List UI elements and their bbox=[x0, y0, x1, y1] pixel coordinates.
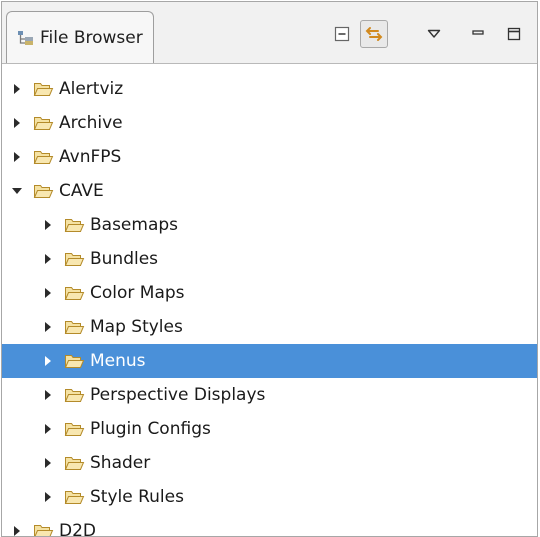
folder-icon bbox=[64, 352, 85, 370]
chevron-right-icon[interactable] bbox=[41, 456, 55, 470]
chevron-right-icon[interactable] bbox=[41, 388, 55, 402]
tree-item-label: Shader bbox=[90, 453, 151, 473]
minimize-icon bbox=[471, 27, 485, 41]
link-with-editor-button[interactable] bbox=[360, 20, 388, 48]
tree-item-label: CAVE bbox=[59, 181, 104, 201]
tree-item[interactable]: Plugin Configs bbox=[2, 412, 537, 446]
folder-icon bbox=[64, 318, 85, 336]
tree-item[interactable]: Map Styles bbox=[2, 310, 537, 344]
file-browser-icon bbox=[17, 29, 35, 47]
folder-icon bbox=[64, 420, 85, 438]
tree-item-label: Basemaps bbox=[90, 215, 179, 235]
chevron-right-icon[interactable] bbox=[41, 320, 55, 334]
folder-icon bbox=[64, 454, 85, 472]
tree-item-label: Menus bbox=[90, 351, 146, 371]
folder-icon bbox=[64, 284, 85, 302]
tree-item[interactable]: Style Rules bbox=[2, 480, 537, 514]
folder-icon bbox=[64, 488, 85, 506]
tree-item-label: Archive bbox=[59, 113, 123, 133]
folder-icon bbox=[33, 114, 54, 132]
tree-item[interactable]: Bundles bbox=[2, 242, 537, 276]
folder-icon bbox=[64, 216, 85, 234]
tree-item-label: Perspective Displays bbox=[90, 385, 266, 405]
tree-item[interactable]: Menus bbox=[2, 344, 537, 378]
maximize-icon bbox=[507, 27, 521, 41]
tab-label: File Browser bbox=[40, 27, 143, 48]
chevron-right-icon[interactable] bbox=[41, 354, 55, 368]
tree-item[interactable]: Archive bbox=[2, 106, 537, 140]
tree-item-label: Bundles bbox=[90, 249, 159, 269]
chevron-right-icon[interactable] bbox=[41, 252, 55, 266]
collapse-all-icon bbox=[333, 25, 351, 43]
tree-item[interactable]: Basemaps bbox=[2, 208, 537, 242]
tree-item[interactable]: D2D bbox=[2, 514, 537, 536]
chevron-right-icon[interactable] bbox=[41, 218, 55, 232]
tree-item-label: D2D bbox=[59, 521, 96, 536]
folder-icon bbox=[33, 182, 54, 200]
tree-item-label: Color Maps bbox=[90, 283, 185, 303]
collapse-all-button[interactable] bbox=[330, 22, 354, 46]
view-menu-button[interactable] bbox=[422, 22, 446, 46]
view-menu-icon bbox=[427, 29, 441, 39]
tree-item[interactable]: Shader bbox=[2, 446, 537, 480]
tree-item-label: Alertviz bbox=[59, 79, 124, 99]
file-browser-view: File Browser Alertviz Archive AvnFPS CAV… bbox=[1, 1, 538, 537]
chevron-down-icon[interactable] bbox=[10, 184, 24, 198]
tree-item-label: Style Rules bbox=[90, 487, 184, 507]
tree-item[interactable]: AvnFPS bbox=[2, 140, 537, 174]
tree-item[interactable]: Color Maps bbox=[2, 276, 537, 310]
folder-icon bbox=[33, 522, 54, 536]
chevron-right-icon[interactable] bbox=[10, 82, 24, 96]
chevron-right-icon[interactable] bbox=[10, 150, 24, 164]
tree-item[interactable]: Alertviz bbox=[2, 72, 537, 106]
tree-item-label: AvnFPS bbox=[59, 147, 122, 167]
chevron-right-icon[interactable] bbox=[10, 116, 24, 130]
tree-item-label: Plugin Configs bbox=[90, 419, 211, 439]
folder-icon bbox=[33, 80, 54, 98]
folder-icon bbox=[64, 386, 85, 404]
chevron-right-icon[interactable] bbox=[41, 490, 55, 504]
chevron-right-icon[interactable] bbox=[41, 286, 55, 300]
folder-icon bbox=[64, 250, 85, 268]
tree-item[interactable]: Perspective Displays bbox=[2, 378, 537, 412]
view-toolbar: File Browser bbox=[2, 2, 537, 64]
maximize-button[interactable] bbox=[502, 22, 526, 46]
folder-icon bbox=[33, 148, 54, 166]
tab-file-browser[interactable]: File Browser bbox=[6, 11, 154, 63]
chevron-right-icon[interactable] bbox=[10, 524, 24, 536]
chevron-right-icon[interactable] bbox=[41, 422, 55, 436]
link-with-editor-icon bbox=[364, 24, 384, 44]
tree-item[interactable]: CAVE bbox=[2, 174, 537, 208]
tree-item-label: Map Styles bbox=[90, 317, 183, 337]
minimize-button[interactable] bbox=[466, 22, 490, 46]
file-tree[interactable]: Alertviz Archive AvnFPS CAVE Basemaps Bundles… bbox=[2, 63, 537, 536]
